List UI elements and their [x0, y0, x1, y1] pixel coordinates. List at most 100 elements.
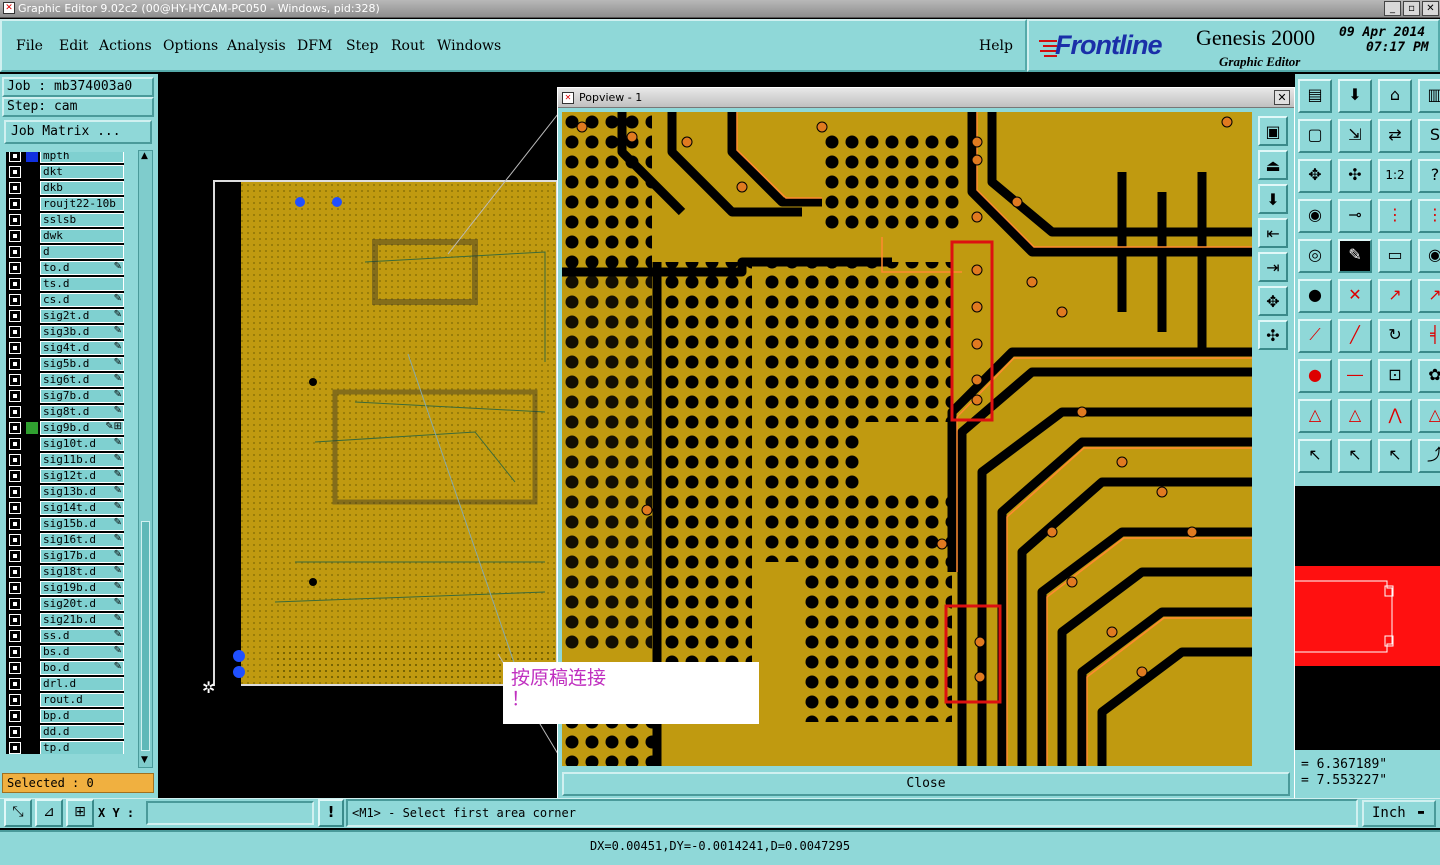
- menu-analysis[interactable]: Analysis: [227, 38, 286, 54]
- layer-name[interactable]: sslsb: [40, 213, 124, 227]
- tool-zoom-icon[interactable]: ✥: [1298, 159, 1332, 193]
- layer-checkbox[interactable]: [9, 518, 21, 530]
- layer-row[interactable]: sig19b.d ✎: [6, 580, 124, 596]
- measure-tool-icon[interactable]: ⊿: [35, 799, 63, 827]
- popview-tool-right-icon[interactable]: ⇥: [1258, 252, 1288, 282]
- layer-row[interactable]: sig15b.d ✎: [6, 516, 124, 532]
- layer-row[interactable]: ts.d: [6, 276, 124, 292]
- layer-row[interactable]: cs.d ✎: [6, 292, 124, 308]
- popview-close-button[interactable]: Close: [562, 772, 1290, 796]
- tool-tri4-icon[interactable]: △: [1418, 399, 1440, 433]
- menu-actions[interactable]: Actions: [99, 38, 152, 54]
- layer-checkbox[interactable]: [9, 678, 21, 690]
- tool-ruler-icon[interactable]: ▭: [1378, 239, 1412, 273]
- layer-checkbox[interactable]: [9, 662, 21, 674]
- layer-checkbox[interactable]: [9, 422, 21, 434]
- popview-tool-layer-icon[interactable]: ▣: [1258, 116, 1288, 146]
- tool-box-icon[interactable]: ⊡: [1378, 359, 1412, 393]
- alert-icon[interactable]: !: [318, 799, 344, 827]
- menu-rout[interactable]: Rout: [391, 38, 425, 54]
- layer-row[interactable]: dkb: [6, 180, 124, 196]
- tool-down-icon[interactable]: ⬇: [1338, 79, 1372, 113]
- layer-row[interactable]: sig3b.d ✎: [6, 324, 124, 340]
- tool-cluster-icon[interactable]: ✿: [1418, 359, 1440, 393]
- tool-route-icon[interactable]: ⋮: [1378, 199, 1412, 233]
- tool-slash-icon[interactable]: ╱: [1338, 319, 1372, 353]
- tool-ratio-icon[interactable]: 1:2: [1378, 159, 1412, 193]
- tool-line-icon[interactable]: ⟋: [1298, 319, 1332, 353]
- layer-name[interactable]: sig16t.d: [40, 533, 124, 547]
- tool-wire-icon[interactable]: ―: [1338, 359, 1372, 393]
- layer-name[interactable]: sig11b.d: [40, 453, 124, 467]
- menu-step[interactable]: Step: [346, 38, 378, 54]
- layer-checkbox[interactable]: [9, 470, 21, 482]
- layer-name[interactable]: sig21b.d: [40, 613, 124, 627]
- menu-help[interactable]: Help: [979, 38, 1013, 54]
- popview-tool-up-icon[interactable]: ⏏: [1258, 150, 1288, 180]
- layer-name[interactable]: bs.d: [40, 645, 124, 659]
- layer-name[interactable]: sig7b.d: [40, 389, 124, 403]
- layer-row[interactable]: sslsb: [6, 212, 124, 228]
- layer-checkbox[interactable]: [9, 614, 21, 626]
- tool-mirror-icon[interactable]: ⇄: [1378, 119, 1412, 153]
- layer-checkbox[interactable]: [9, 550, 21, 562]
- popview-tool-center-icon[interactable]: ✣: [1258, 320, 1288, 350]
- layer-name[interactable]: tp.d: [40, 741, 124, 754]
- layer-row[interactable]: to.d ✎: [6, 260, 124, 276]
- layer-row[interactable]: sig6t.d ✎: [6, 372, 124, 388]
- tool-cursor2-icon[interactable]: ↖: [1338, 439, 1372, 473]
- layer-row[interactable]: sig12t.d ✎: [6, 468, 124, 484]
- menu-dfm[interactable]: DFM: [297, 38, 332, 54]
- layer-checkbox[interactable]: [9, 198, 21, 210]
- layer-checkbox[interactable]: [9, 406, 21, 418]
- layer-name[interactable]: bo.d: [40, 661, 124, 675]
- layer-name[interactable]: dd.d: [40, 725, 124, 739]
- layer-name[interactable]: sig12t.d: [40, 469, 124, 483]
- layer-row[interactable]: sig8t.d ✎: [6, 404, 124, 420]
- layer-row[interactable]: sig21b.d ✎: [6, 612, 124, 628]
- layer-name[interactable]: cs.d: [40, 293, 124, 307]
- layer-checkbox[interactable]: [9, 534, 21, 546]
- layer-row[interactable]: d: [6, 244, 124, 260]
- layer-row[interactable]: sig14t.d ✎: [6, 500, 124, 516]
- layer-row[interactable]: drl.d: [6, 676, 124, 692]
- job-matrix-button[interactable]: Job Matrix ...: [4, 120, 152, 144]
- tool-snap-icon[interactable]: ⇲: [1338, 119, 1372, 153]
- tool-route2-icon[interactable]: ⋮: [1418, 199, 1440, 233]
- layer-checkbox[interactable]: [9, 710, 21, 722]
- layer-name[interactable]: rout.d: [40, 693, 124, 707]
- layer-name[interactable]: bp.d: [40, 709, 124, 723]
- layer-row[interactable]: sig10t.d ✎: [6, 436, 124, 452]
- layer-name[interactable]: sig5b.d: [40, 357, 124, 371]
- maximize-button[interactable]: ▫: [1403, 1, 1420, 16]
- close-window-button[interactable]: ✕: [1422, 1, 1439, 16]
- layer-row[interactable]: sig7b.d ✎: [6, 388, 124, 404]
- layer-checkbox[interactable]: [9, 294, 21, 306]
- tool-help-icon[interactable]: ?: [1418, 159, 1440, 193]
- scroll-up-icon[interactable]: ▲: [141, 151, 148, 161]
- layer-name[interactable]: sig6t.d: [40, 373, 124, 387]
- layer-name[interactable]: sig3b.d: [40, 325, 124, 339]
- layer-row[interactable]: sig4t.d ✎: [6, 340, 124, 356]
- popview-tool-left-icon[interactable]: ⇤: [1258, 218, 1288, 248]
- layer-checkbox[interactable]: [9, 262, 21, 274]
- layer-name[interactable]: dkb: [40, 181, 124, 195]
- layer-checkbox[interactable]: [9, 566, 21, 578]
- layer-name[interactable]: sig18t.d: [40, 565, 124, 579]
- layer-checkbox[interactable]: [9, 230, 21, 242]
- layer-checkbox[interactable]: [9, 582, 21, 594]
- layer-checkbox[interactable]: [9, 278, 21, 290]
- tool-pick-icon[interactable]: ◎: [1298, 239, 1332, 273]
- layer-checkbox[interactable]: [9, 152, 21, 162]
- layer-checkbox[interactable]: [9, 342, 21, 354]
- minimize-button[interactable]: _: [1384, 1, 1401, 16]
- layer-checkbox[interactable]: [9, 214, 21, 226]
- layer-checkbox[interactable]: [9, 726, 21, 738]
- layer-name[interactable]: sig15b.d: [40, 517, 124, 531]
- layer-row[interactable]: bs.d ✎: [6, 644, 124, 660]
- layer-name[interactable]: sig17b.d: [40, 549, 124, 563]
- layer-checkbox[interactable]: [9, 646, 21, 658]
- layer-row[interactable]: dkt: [6, 164, 124, 180]
- tool-center-icon[interactable]: ✣: [1338, 159, 1372, 193]
- layer-row[interactable]: sig13b.d ✎: [6, 484, 124, 500]
